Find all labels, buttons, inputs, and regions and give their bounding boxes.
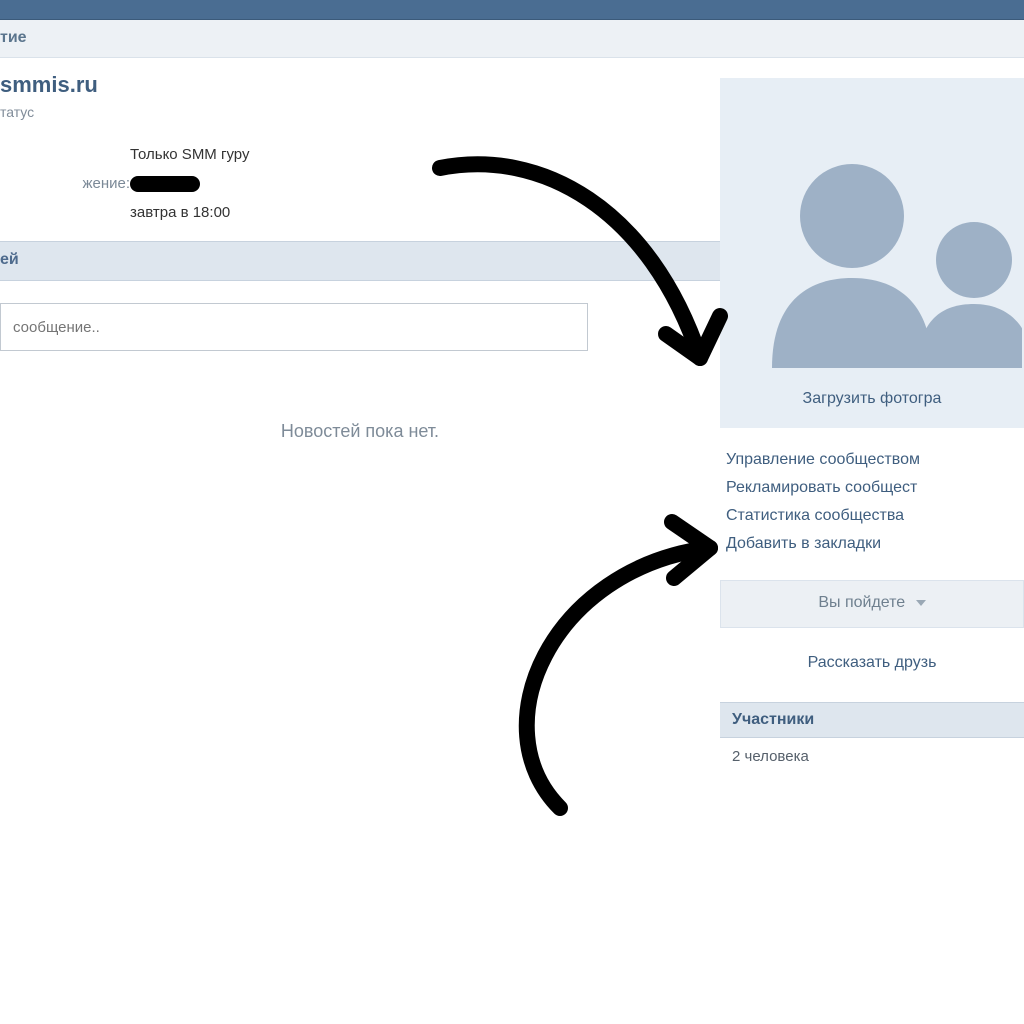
sidebar-column: Загрузить фотогра Управление сообществом…: [720, 58, 1024, 775]
members-header[interactable]: Участники: [720, 702, 1024, 738]
info-value-redacted: [130, 175, 200, 192]
chevron-down-icon: [916, 600, 926, 606]
info-row: завтра в 18:00: [0, 198, 720, 227]
tab-label: тие: [0, 29, 27, 46]
subheader-tab[interactable]: тие: [0, 20, 1024, 58]
no-news-text: Новостей пока нет.: [0, 421, 720, 442]
info-value: Только SMM гуру: [130, 146, 249, 163]
info-value: завтра в 18:00: [130, 204, 230, 221]
main-column: smmis.ru татус Только SMM гуру жение: за…: [0, 58, 720, 775]
upload-photo-link[interactable]: Загрузить фотогра: [803, 390, 942, 408]
info-label: [0, 146, 130, 163]
page-title: smmis.ru: [0, 72, 720, 104]
link-add-bookmark[interactable]: Добавить в закладки: [726, 530, 1018, 558]
info-label: жение:: [0, 175, 130, 192]
post-input[interactable]: [0, 303, 588, 351]
attend-label: Вы пойдете: [818, 594, 905, 611]
info-label: [0, 204, 130, 221]
link-advertise-community[interactable]: Рекламировать сообщест: [726, 474, 1018, 502]
link-community-stats[interactable]: Статистика сообщества: [726, 502, 1018, 530]
attend-dropdown[interactable]: Вы пойдете: [720, 580, 1024, 628]
info-row: жение:: [0, 169, 720, 198]
post-composer: [0, 303, 588, 351]
vk-topbar: [0, 0, 1024, 20]
members-count: 2 человека: [720, 738, 1024, 775]
info-row: Только SMM гуру: [0, 140, 720, 169]
avatar-placeholder-icon: [720, 78, 1024, 368]
link-manage-community[interactable]: Управление сообществом: [726, 446, 1018, 474]
status-text[interactable]: татус: [0, 104, 720, 140]
sidebar-links: Управление сообществом Рекламировать соо…: [720, 428, 1024, 558]
community-photo-box: Загрузить фотогра: [720, 78, 1024, 428]
wall-header: ей: [0, 241, 720, 281]
tell-friends-link[interactable]: Рассказать друзь: [720, 654, 1024, 672]
